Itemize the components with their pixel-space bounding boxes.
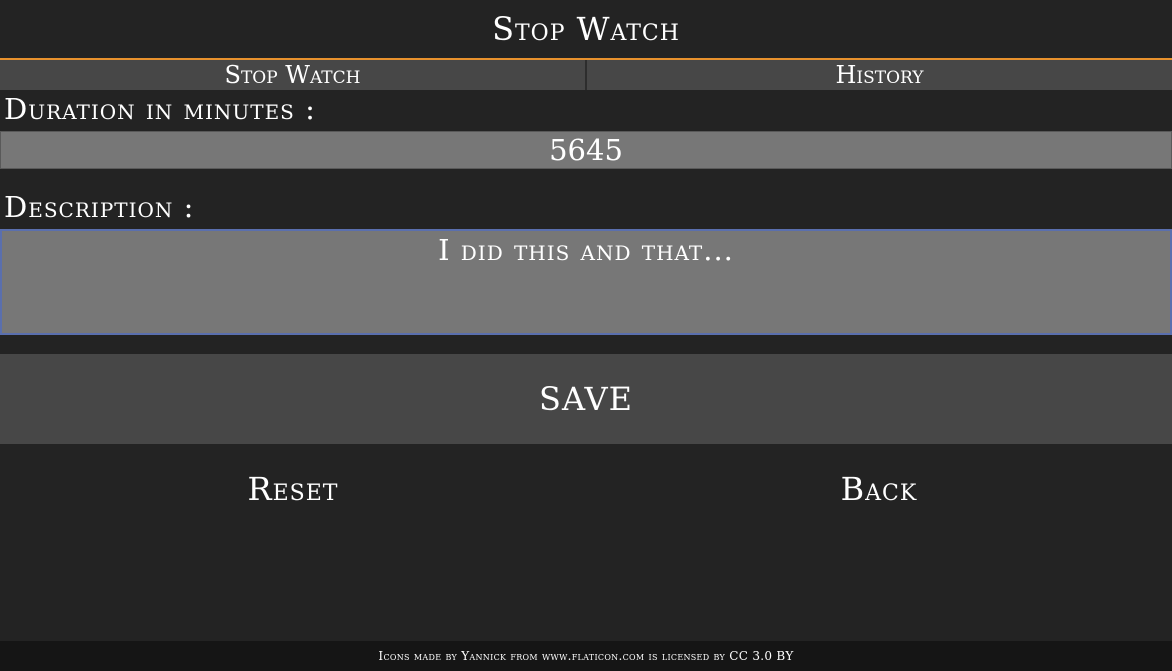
tab-stop-watch[interactable]: Stop Watch: [0, 60, 587, 90]
description-label: Description :: [4, 190, 195, 224]
tab-bar: Stop Watch History: [0, 60, 1172, 90]
duration-input[interactable]: [0, 131, 1172, 169]
app-header: Stop Watch: [0, 0, 1172, 60]
tab-history[interactable]: History: [587, 60, 1172, 90]
save-button[interactable]: SAVE: [0, 354, 1172, 444]
footer-attribution: Icons made by Yannick from www.flaticon.…: [0, 641, 1172, 671]
app-title: Stop Watch: [492, 10, 680, 48]
back-button[interactable]: Back: [586, 448, 1172, 530]
description-textarea[interactable]: I did this and that...: [0, 229, 1172, 335]
duration-label: Duration in minutes :: [4, 92, 316, 126]
reset-button[interactable]: Reset: [0, 448, 586, 530]
bottom-actions: Reset Back: [0, 448, 1172, 530]
